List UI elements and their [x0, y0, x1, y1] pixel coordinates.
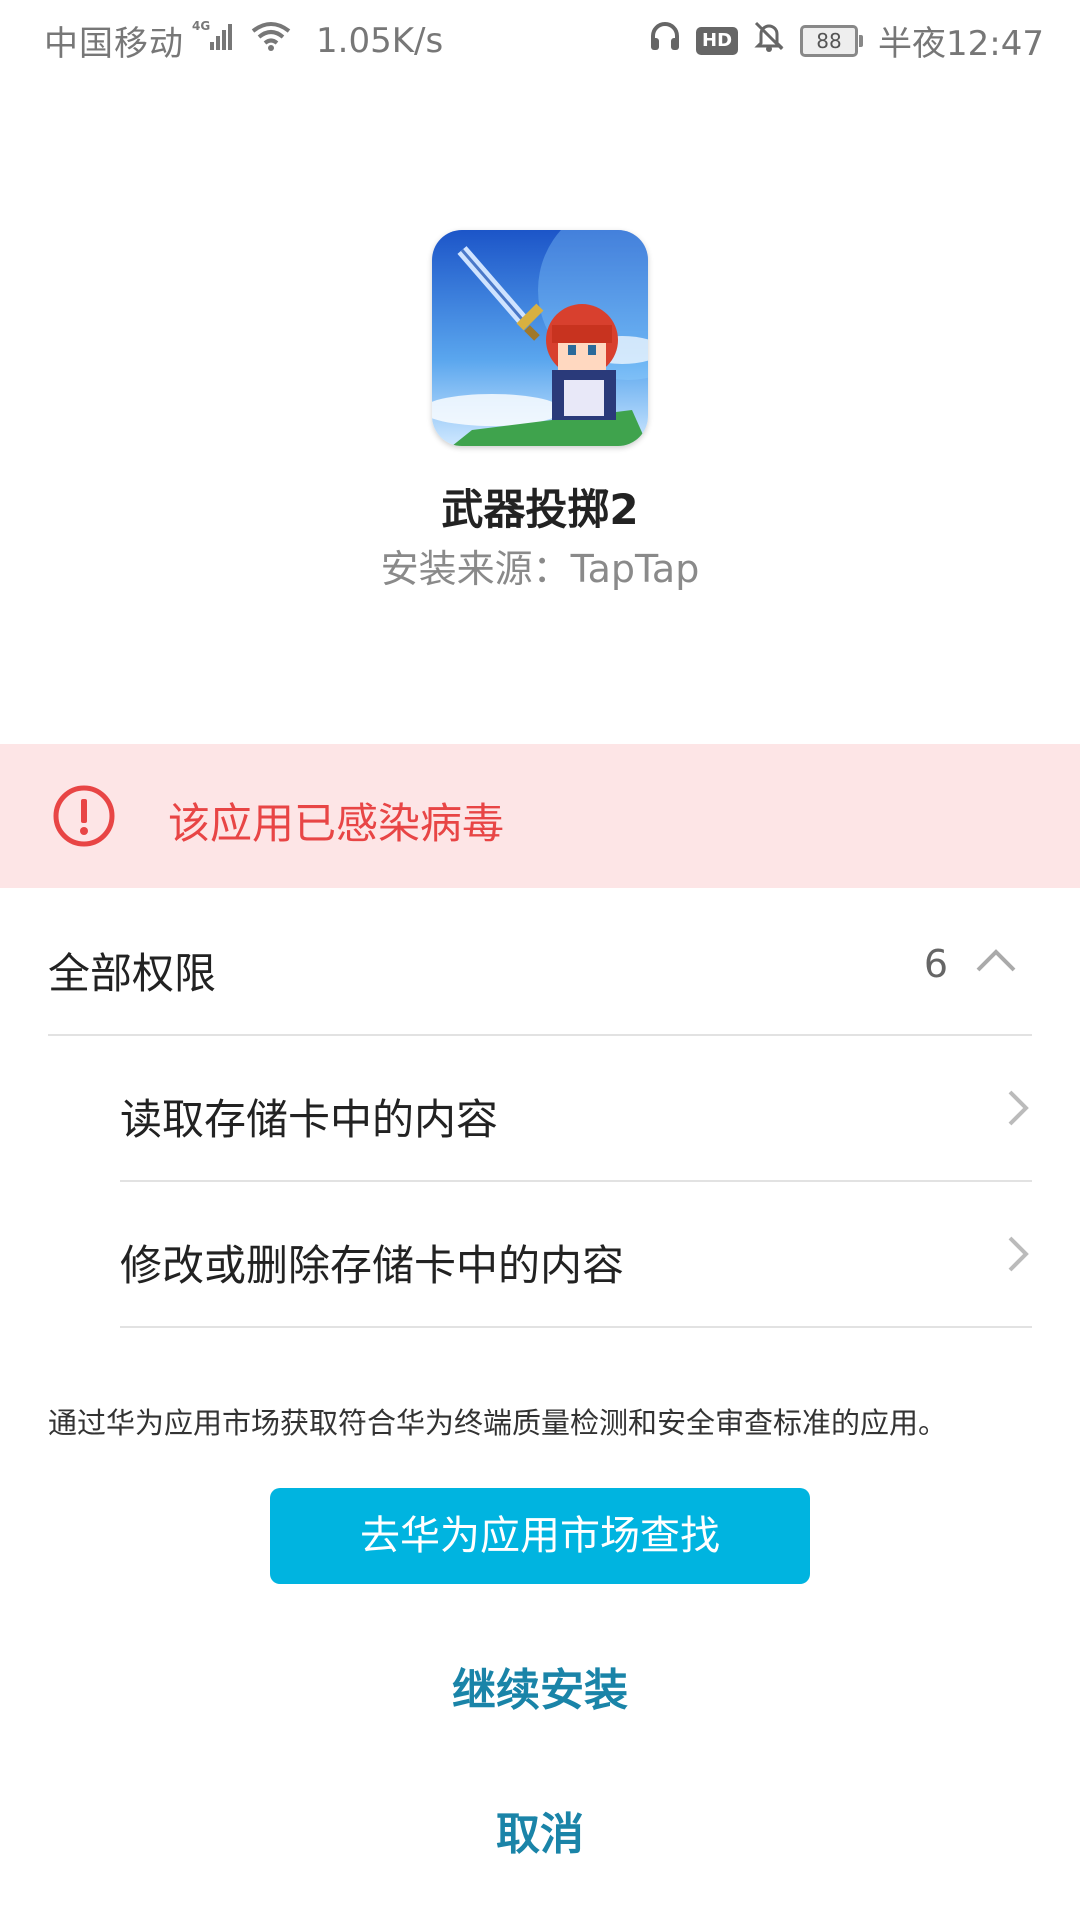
wifi-icon — [250, 19, 292, 62]
permission-label: 读取存储卡中的内容 — [120, 1095, 499, 1144]
carrier-name: 中国移动 — [44, 24, 184, 64]
find-in-market-button[interactable]: 去华为应用市场查找 — [270, 1488, 810, 1584]
permission-item-read-storage[interactable]: 读取存储卡中的内容 — [120, 1036, 1032, 1180]
alert-icon — [52, 784, 116, 848]
continue-install-button[interactable]: 继续安装 — [0, 1654, 1080, 1718]
signal-icon: 4G — [192, 18, 236, 63]
permissions-title: 全部权限 — [48, 949, 217, 998]
status-left: 中国移动 4G 1.05K/s — [44, 16, 443, 65]
install-screen: 中国移动 4G 1.05K/s HD 88 半夜12:47 武器投掷2 安装来源… — [0, 0, 1080, 1920]
permission-item-modify-storage[interactable]: 修改或删除存储卡中的内容 — [120, 1182, 1032, 1326]
chevron-right-icon — [1004, 1232, 1032, 1276]
hd-badge: HD — [696, 26, 739, 55]
divider — [120, 1326, 1032, 1328]
app-icon — [432, 230, 648, 446]
all-permissions-toggle[interactable]: 全部权限 6 — [48, 890, 1032, 1034]
mute-notification-icon — [752, 19, 786, 62]
permissions-count: 6 — [923, 942, 948, 986]
warning-text: 该应用已感染病毒 — [168, 799, 505, 848]
battery-indicator: 88 — [800, 24, 864, 57]
network-speed: 1.05K/s — [316, 20, 444, 61]
clock: 半夜12:47 — [878, 24, 1044, 64]
cancel-button[interactable]: 取消 — [0, 1798, 1080, 1862]
app-name: 武器投掷2 — [441, 485, 639, 534]
status-bar: 中国移动 4G 1.05K/s HD 88 半夜12:47 — [0, 0, 1080, 76]
virus-warning-banner: 该应用已感染病毒 — [0, 744, 1080, 888]
status-right: HD 88 半夜12:47 — [648, 16, 1044, 65]
market-note: 通过华为应用市场获取符合华为终端质量检测和安全审查标准的应用。 — [48, 1406, 948, 1440]
chevron-right-icon — [1004, 1086, 1032, 1130]
headphones-icon — [648, 19, 682, 62]
install-source: 安装来源：TapTap — [380, 547, 700, 591]
svg-text:4G: 4G — [192, 19, 210, 33]
chevron-up-icon — [974, 940, 1018, 980]
permission-label: 修改或删除存储卡中的内容 — [120, 1241, 625, 1290]
